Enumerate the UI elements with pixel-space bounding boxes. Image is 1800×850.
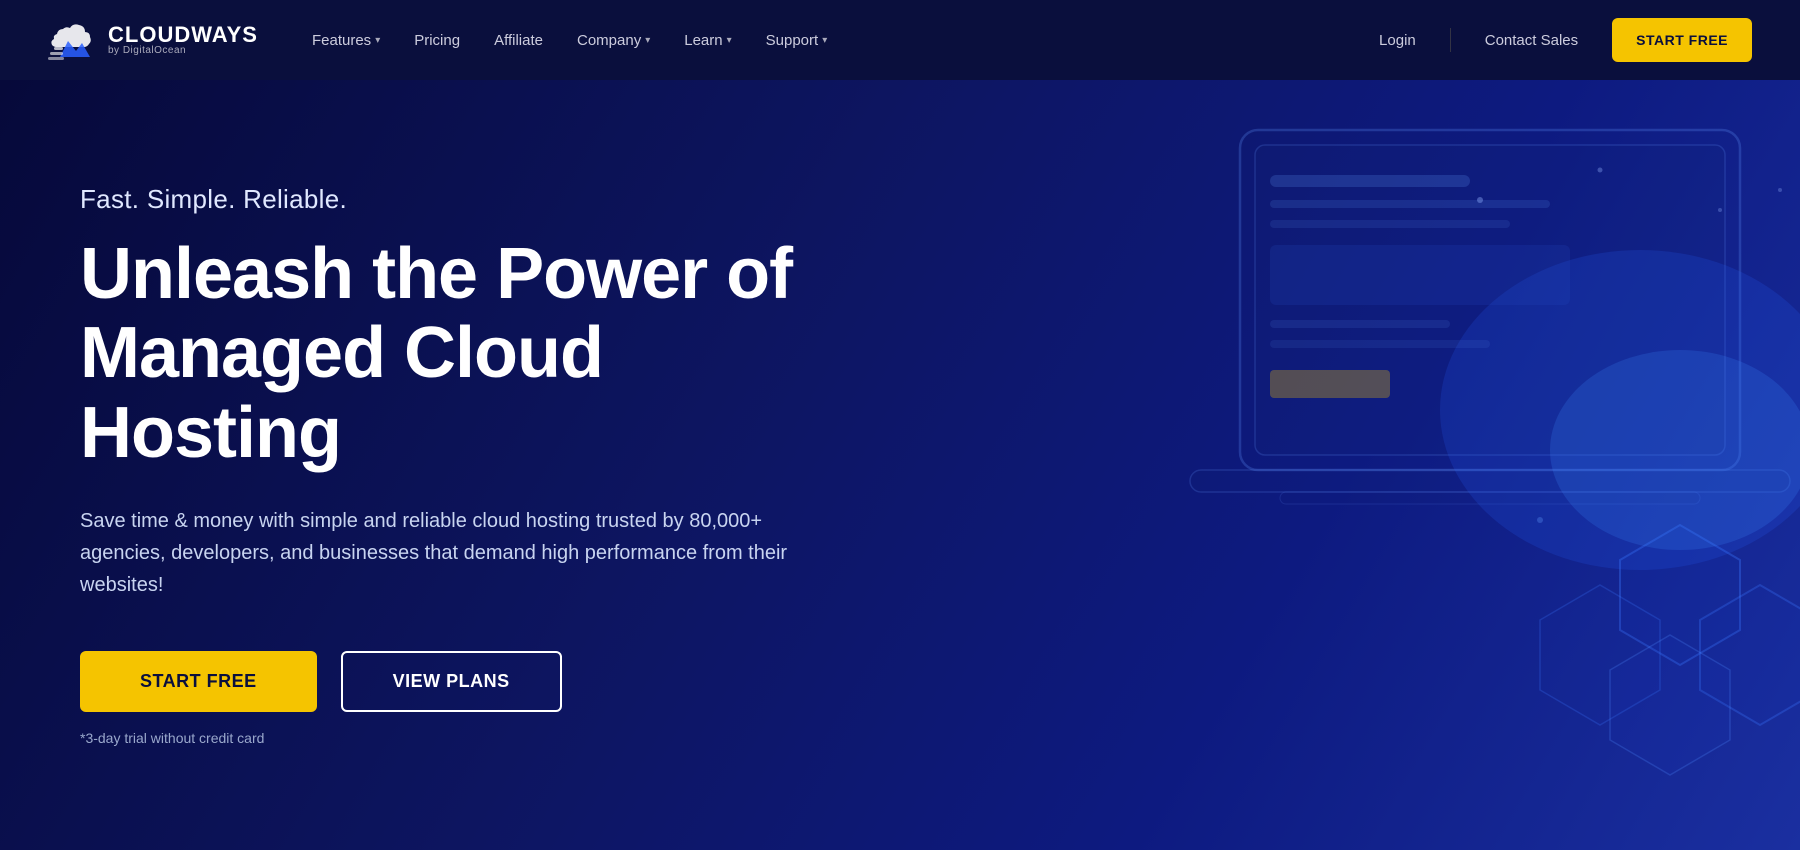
navbar-left: CLOUDWAYS by DigitalOcean Features ▾ Pri… bbox=[48, 19, 841, 61]
hero-buttons: START FREE VIEW PLANS bbox=[80, 651, 880, 712]
start-free-hero-button[interactable]: START FREE bbox=[80, 651, 317, 712]
features-dropdown-icon: ▾ bbox=[375, 35, 380, 46]
hero-tagline: Fast. Simple. Reliable. bbox=[80, 184, 880, 215]
nav-links: Features ▾ Pricing Affiliate Company ▾ L… bbox=[298, 24, 841, 57]
hero-title: Unleash the Power of Managed Cloud Hosti… bbox=[80, 235, 880, 473]
logo-icon bbox=[48, 19, 98, 61]
nav-divider bbox=[1450, 28, 1451, 52]
company-dropdown-icon: ▾ bbox=[645, 35, 650, 46]
hero-content: Fast. Simple. Reliable. Unleash the Powe… bbox=[0, 184, 960, 746]
login-button[interactable]: Login bbox=[1365, 24, 1430, 57]
hero-section: Fast. Simple. Reliable. Unleash the Powe… bbox=[0, 80, 1800, 850]
logo[interactable]: CLOUDWAYS by DigitalOcean bbox=[48, 19, 258, 61]
brand-sub: by DigitalOcean bbox=[108, 46, 258, 56]
navbar: CLOUDWAYS by DigitalOcean Features ▾ Pri… bbox=[0, 0, 1800, 80]
nav-company[interactable]: Company ▾ bbox=[563, 24, 664, 57]
nav-learn[interactable]: Learn ▾ bbox=[670, 24, 745, 57]
view-plans-button[interactable]: VIEW PLANS bbox=[341, 651, 562, 712]
hero-decoration bbox=[960, 110, 1800, 830]
learn-dropdown-icon: ▾ bbox=[727, 35, 732, 46]
contact-sales-button[interactable]: Contact Sales bbox=[1471, 24, 1592, 57]
support-dropdown-icon: ▾ bbox=[822, 35, 827, 46]
start-free-nav-button[interactable]: START FREE bbox=[1612, 18, 1752, 62]
trial-note: *3-day trial without credit card bbox=[80, 730, 880, 746]
hero-description: Save time & money with simple and reliab… bbox=[80, 505, 840, 601]
nav-features[interactable]: Features ▾ bbox=[298, 24, 394, 57]
nav-support[interactable]: Support ▾ bbox=[752, 24, 842, 57]
nav-pricing[interactable]: Pricing bbox=[400, 24, 474, 57]
logo-text: CLOUDWAYS by DigitalOcean bbox=[108, 24, 258, 56]
brand-name: CLOUDWAYS bbox=[108, 24, 258, 46]
nav-affiliate[interactable]: Affiliate bbox=[480, 24, 557, 57]
navbar-right: Login Contact Sales START FREE bbox=[1365, 18, 1752, 62]
